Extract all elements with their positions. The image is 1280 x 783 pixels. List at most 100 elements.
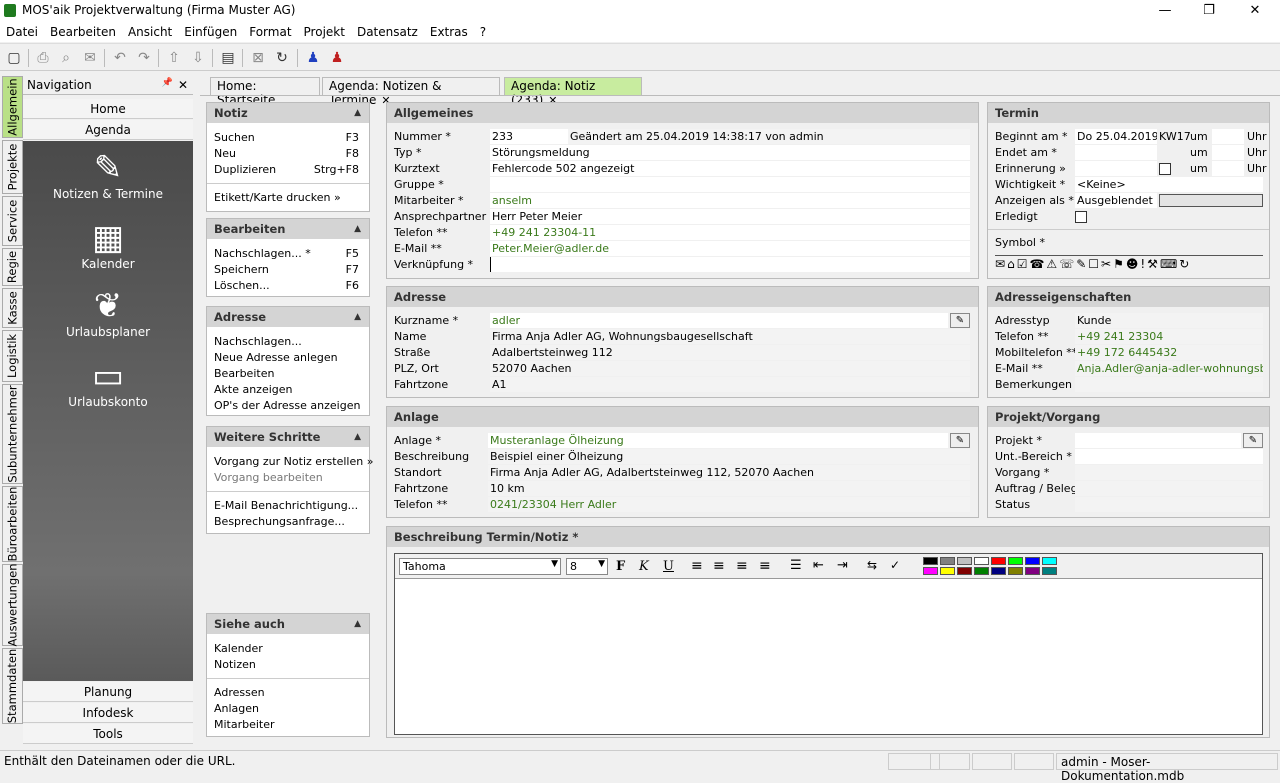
align-right-icon[interactable]: ≡ xyxy=(736,558,748,574)
justify-icon[interactable]: ≡ xyxy=(759,558,771,574)
action-besprechungsanfrage[interactable]: Besprechungsanfrage... xyxy=(214,515,345,528)
collapse-icon[interactable]: ▲ xyxy=(354,312,361,322)
symbol-checkbox-icon[interactable]: ☐ xyxy=(1088,257,1101,271)
symbol-checklist-icon[interactable]: ☑ xyxy=(1017,257,1030,271)
vtab-service[interactable]: Service xyxy=(2,196,23,246)
action-neue-adresse[interactable]: Neue Adresse anlegen xyxy=(214,351,338,364)
link-notizen[interactable]: Notizen xyxy=(214,658,256,671)
endet-time-field[interactable] xyxy=(1212,145,1244,160)
print-icon[interactable]: ⎙ xyxy=(33,48,53,68)
bullet-list-icon[interactable]: ☰ xyxy=(790,558,802,573)
action-loeschen[interactable]: Löschen... xyxy=(214,279,270,292)
tab-notizen-termine[interactable]: Agenda: Notizen & Termine ✕ xyxy=(322,77,500,107)
anzeigen-select[interactable]: Ausgeblendet xyxy=(1075,193,1157,208)
collapse-icon[interactable]: ▲ xyxy=(354,224,361,234)
arrow-down-icon[interactable]: ⇩ xyxy=(188,48,208,68)
menu-help[interactable]: ? xyxy=(474,22,492,39)
symbol-phone-icon[interactable]: ☎ xyxy=(1029,257,1046,271)
symbol-tools-icon[interactable]: ⚒ xyxy=(1147,257,1160,271)
symbol-scissors-icon[interactable]: ✂ xyxy=(1101,257,1113,271)
color-swatch[interactable] xyxy=(940,557,955,565)
action-nachschlagen[interactable]: Nachschlagen... * xyxy=(214,247,311,260)
maximize-button[interactable]: ❐ xyxy=(1194,2,1224,20)
telefon-value[interactable]: +49 241 23304 xyxy=(1075,329,1263,344)
nav-infodesk-button[interactable]: Infodesk xyxy=(23,703,193,723)
vtab-projekte[interactable]: Projekte xyxy=(2,140,23,194)
action-etikett-drucken[interactable]: Etikett/Karte drucken » xyxy=(214,191,341,204)
color-swatch[interactable] xyxy=(1008,567,1023,575)
symbol-edit-icon[interactable]: ✎ xyxy=(1076,257,1088,271)
close-button[interactable]: ✕ xyxy=(1240,2,1270,20)
symbol-mail-icon[interactable]: ✉ xyxy=(995,257,1007,271)
action-duplizieren[interactable]: Duplizieren xyxy=(214,163,276,176)
symbol-flag-icon[interactable]: ⚑ xyxy=(1113,257,1126,271)
nav-tools-button[interactable]: Tools xyxy=(23,724,193,744)
erinnerung-time-field[interactable] xyxy=(1212,161,1244,176)
color-swatch[interactable] xyxy=(1042,567,1057,575)
action-adr-nachschlagen[interactable]: Nachschlagen... xyxy=(214,335,302,348)
symbol-house-icon[interactable]: ⌂ xyxy=(1007,257,1017,271)
vtab-allgemein[interactable]: Allgemein xyxy=(2,76,23,138)
menu-bearbeiten[interactable]: Bearbeiten xyxy=(44,22,122,39)
verknuepfung-field[interactable] xyxy=(490,257,970,272)
action-akte-anzeigen[interactable]: Akte anzeigen xyxy=(214,383,293,396)
symbol-smiley-icon[interactable]: ☻ xyxy=(1126,257,1141,271)
menu-format[interactable]: Format xyxy=(243,22,297,39)
nav-close-icon[interactable]: ✕ xyxy=(178,78,188,92)
endet-date-field[interactable] xyxy=(1075,145,1157,160)
nav-home-button[interactable]: Home xyxy=(23,99,193,119)
action-adr-bearbeiten[interactable]: Bearbeiten xyxy=(214,367,274,380)
vtab-regie[interactable]: Regie xyxy=(2,248,23,286)
align-center-icon[interactable]: ≡ xyxy=(713,558,725,574)
font-select[interactable]: Tahoma ▼ xyxy=(399,558,561,575)
link-mitarbeiter[interactable]: Mitarbeiter xyxy=(214,718,275,731)
color-swatch[interactable] xyxy=(1025,557,1040,565)
symbol-refresh-icon[interactable]: ↻ xyxy=(1179,257,1191,271)
print-preview-icon[interactable]: ⌕ xyxy=(56,48,76,68)
vorgang-field[interactable] xyxy=(1075,465,1263,480)
vtab-logistik[interactable]: Logistik xyxy=(2,330,23,382)
delete-icon[interactable]: ⊠ xyxy=(248,48,268,68)
vtab-subunternehmer[interactable]: Subunternehmer xyxy=(2,384,23,484)
outdent-icon[interactable]: ⇤ xyxy=(813,558,824,573)
spellcheck-icon[interactable]: ✓ xyxy=(890,558,900,572)
new-icon[interactable]: ▢ xyxy=(4,48,24,68)
text-replace-icon[interactable]: ⇆ xyxy=(867,558,877,572)
collapse-icon[interactable]: ▲ xyxy=(354,108,361,118)
ansprechpartner-field[interactable]: Herr Peter Meier xyxy=(490,209,970,224)
refresh-icon[interactable]: ↻ xyxy=(272,48,292,68)
color-swatch[interactable] xyxy=(1025,567,1040,575)
action-email-benachrichtigung[interactable]: E-Mail Benachrichtigung... xyxy=(214,499,358,512)
arrow-up-icon[interactable]: ⇧ xyxy=(164,48,184,68)
unt-bereich-field[interactable] xyxy=(1075,449,1263,464)
vtab-kasse[interactable]: Kasse xyxy=(2,288,23,328)
action-vorgang-erstellen[interactable]: Vorgang zur Notiz erstellen » xyxy=(214,455,373,468)
color-swatch[interactable] xyxy=(1008,557,1023,565)
action-ops-anzeigen[interactable]: OP's der Adresse anzeigen xyxy=(214,399,360,412)
link-kalender[interactable]: Kalender xyxy=(214,642,263,655)
color-swatch[interactable] xyxy=(1042,557,1057,565)
rich-text-editor[interactable]: Tahoma ▼ 8 ▼ F K U ≡ ≡ ≡ ≡ ☰ ⇤ ⇥ ⇆ ✓ xyxy=(394,553,1263,735)
beginnt-time-field[interactable] xyxy=(1212,129,1244,144)
symbol-keyboard-icon[interactable]: ⌨ xyxy=(1160,257,1179,271)
action-speichern[interactable]: Speichern xyxy=(214,263,269,276)
tab-home[interactable]: Home: Startseite xyxy=(210,77,320,107)
bold-icon[interactable]: F xyxy=(616,559,625,574)
italic-icon[interactable]: K xyxy=(639,559,649,574)
color-palette[interactable] xyxy=(923,557,1063,577)
mail-icon[interactable]: ✉ xyxy=(80,48,100,68)
wichtigkeit-select[interactable]: <Keine> xyxy=(1075,177,1263,192)
user-red-icon[interactable]: ♟ xyxy=(327,48,347,68)
telefon-value[interactable]: 0241/23304 Herr Adler xyxy=(488,497,970,512)
menu-extras[interactable]: Extras xyxy=(424,22,474,39)
size-select[interactable]: 8 ▼ xyxy=(566,558,608,575)
vtab-auswertungen[interactable]: Auswertungen xyxy=(2,563,23,647)
color-swatch[interactable] xyxy=(974,567,989,575)
gruppe-field[interactable] xyxy=(490,177,970,192)
indent-icon[interactable]: ⇥ xyxy=(837,558,848,573)
edit-pencil-icon[interactable]: ✎ xyxy=(1243,433,1263,448)
nav-agenda-button[interactable]: Agenda xyxy=(23,120,193,140)
color-swatch[interactable] xyxy=(957,557,972,565)
symbol-alarm-icon[interactable]: ⚠ xyxy=(1046,257,1059,271)
undo-icon[interactable]: ↶ xyxy=(110,48,130,68)
